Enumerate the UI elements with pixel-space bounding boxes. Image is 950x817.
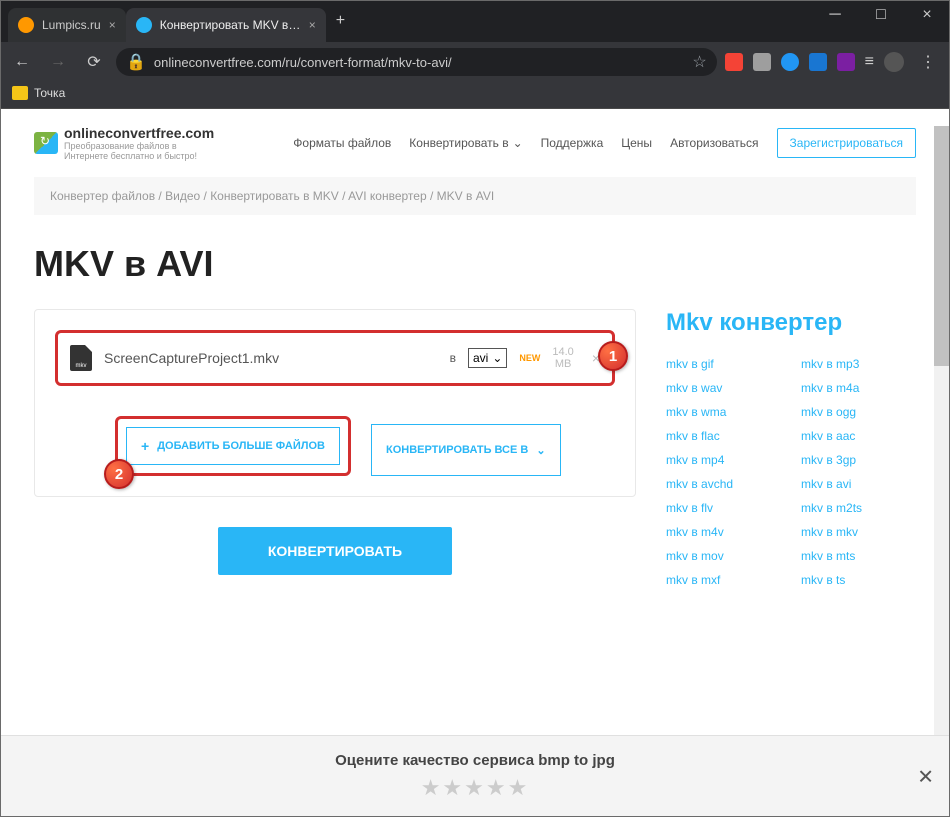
- bookmark-star-icon[interactable]: ☆: [692, 52, 706, 72]
- annotation-marker: 2: [104, 459, 134, 489]
- file-row: mkv ScreenCaptureProject1.mkv в avi ⌄ NE…: [55, 330, 615, 386]
- sidebar-link[interactable]: mkv в m4v: [666, 525, 781, 539]
- forward-button[interactable]: →: [44, 48, 72, 76]
- annotation-marker: 1: [598, 341, 628, 371]
- extension-icon[interactable]: [837, 53, 855, 71]
- sidebar-link[interactable]: mkv в mxf: [666, 573, 781, 587]
- add-more-highlight: + ДОБАВИТЬ БОЛЬШЕ ФАЙЛОВ 2: [115, 416, 351, 476]
- browser-toolbar: ← → ⟳ 🔒 onlineconvertfree.com/ru/convert…: [0, 42, 950, 82]
- nav-pricing[interactable]: Цены: [621, 136, 652, 150]
- extension-icon[interactable]: [809, 53, 827, 71]
- browser-tab[interactable]: Lumpics.ru ×: [8, 8, 126, 42]
- sidebar-link[interactable]: mkv в wma: [666, 405, 781, 419]
- address-bar[interactable]: 🔒 onlineconvertfree.com/ru/convert-forma…: [116, 48, 717, 76]
- window-close[interactable]: ×: [904, 0, 950, 30]
- extension-icon[interactable]: [781, 53, 799, 71]
- page-title: MKV в AVI: [34, 243, 916, 285]
- signup-button[interactable]: Зарегистрироваться: [777, 128, 916, 158]
- convert-button[interactable]: КОНВЕРТИРОВАТЬ: [218, 527, 452, 575]
- sidebar-title: Mkv конвертер: [666, 309, 916, 337]
- sidebar-link[interactable]: mkv в mkv: [801, 525, 916, 539]
- favicon-icon: [136, 17, 152, 33]
- sidebar-link[interactable]: mkv в ogg: [801, 405, 916, 419]
- sidebar-link[interactable]: mkv в avchd: [666, 477, 781, 491]
- bookmark-item[interactable]: Точка: [34, 86, 65, 100]
- favicon-icon: [18, 17, 34, 33]
- sidebar-link[interactable]: mkv в flv: [666, 501, 781, 515]
- breadcrumb-link[interactable]: AVI конвертер: [348, 189, 427, 203]
- profile-avatar[interactable]: [884, 52, 904, 72]
- nav-formats[interactable]: Форматы файлов: [293, 136, 391, 150]
- sidebar-link[interactable]: mkv в wav: [666, 381, 781, 395]
- reload-button[interactable]: ⟳: [80, 48, 108, 76]
- scrollbar-thumb[interactable]: [934, 126, 950, 366]
- sidebar-link[interactable]: mkv в mp3: [801, 357, 916, 371]
- rating-stars[interactable]: ★★★★★: [16, 775, 934, 801]
- browser-tab-active[interactable]: Конвертировать MKV в AVI онл ×: [126, 8, 326, 42]
- site-logo[interactable]: onlineconvertfree.com Преобразование фай…: [34, 125, 214, 161]
- sidebar-links: mkv в gif mkv в mp3 mkv в wav mkv в m4a …: [666, 357, 916, 587]
- window-maximize[interactable]: □: [858, 0, 904, 30]
- breadcrumb-link[interactable]: MKV в AVI: [437, 189, 495, 203]
- new-tab-button[interactable]: +: [326, 12, 355, 30]
- format-select[interactable]: avi ⌄: [468, 348, 507, 368]
- sidebar-link[interactable]: mkv в 3gp: [801, 453, 916, 467]
- rating-bar: Оцените качество сервиса bmp to jpg ★★★★…: [0, 735, 950, 817]
- reading-list-icon[interactable]: ≡: [865, 53, 874, 71]
- file-card: mkv ScreenCaptureProject1.mkv в avi ⌄ NE…: [34, 309, 636, 497]
- rating-text: Оцените качество сервиса bmp to jpg: [16, 752, 934, 769]
- close-icon[interactable]: ✕: [917, 764, 934, 789]
- logo-subtitle: Преобразование файлов в Интернете беспла…: [64, 141, 204, 161]
- chevron-down-icon: ⌄: [492, 351, 502, 365]
- breadcrumb-link[interactable]: Конвертер файлов: [50, 189, 155, 203]
- browser-titlebar: Lumpics.ru × Конвертировать MKV в AVI он…: [0, 0, 950, 42]
- to-label: в: [450, 351, 456, 365]
- chevron-down-icon: ⌄: [513, 136, 523, 150]
- sidebar-link[interactable]: mkv в mov: [666, 549, 781, 563]
- file-name: ScreenCaptureProject1.mkv: [104, 350, 438, 366]
- nav-login[interactable]: Авторизоваться: [670, 136, 758, 150]
- file-icon: mkv: [70, 345, 92, 371]
- nav-support[interactable]: Поддержка: [541, 136, 604, 150]
- lock-icon: 🔒: [126, 52, 146, 72]
- sidebar-link[interactable]: mkv в m2ts: [801, 501, 916, 515]
- file-size: 14.0MB: [552, 346, 573, 370]
- add-files-button[interactable]: + ДОБАВИТЬ БОЛЬШЕ ФАЙЛОВ: [126, 427, 340, 465]
- tab-title: Lumpics.ru: [42, 18, 101, 32]
- breadcrumb-link[interactable]: Видео: [165, 189, 200, 203]
- close-icon[interactable]: ×: [109, 18, 116, 32]
- tab-title: Конвертировать MKV в AVI онл: [160, 18, 301, 32]
- close-icon[interactable]: ×: [309, 18, 316, 32]
- extension-icon[interactable]: [725, 53, 743, 71]
- sidebar-link[interactable]: mkv в flac: [666, 429, 781, 443]
- sidebar-link[interactable]: mkv в aac: [801, 429, 916, 443]
- sidebar-link[interactable]: mkv в mts: [801, 549, 916, 563]
- folder-icon: [12, 86, 28, 100]
- breadcrumb: Конвертер файлов / Видео / Конвертироват…: [34, 177, 916, 215]
- scrollbar[interactable]: [934, 126, 950, 817]
- extension-icon[interactable]: [753, 53, 771, 71]
- breadcrumb-link[interactable]: Конвертировать в MKV: [210, 189, 339, 203]
- nav-convert[interactable]: Конвертировать в ⌄: [409, 136, 522, 150]
- new-badge: NEW: [519, 353, 540, 363]
- plus-icon: +: [141, 438, 149, 454]
- logo-title: onlineconvertfree.com: [64, 125, 214, 141]
- chevron-down-icon: ⌄: [536, 444, 545, 457]
- back-button[interactable]: ←: [8, 48, 36, 76]
- page-content: onlineconvertfree.com Преобразование фай…: [0, 109, 950, 800]
- sidebar-link[interactable]: mkv в m4a: [801, 381, 916, 395]
- convert-all-button[interactable]: КОНВЕРТИРОВАТЬ ВСЕ В ⌄: [371, 424, 561, 476]
- bookmarks-bar: Точка: [0, 82, 950, 109]
- menu-button[interactable]: ⋮: [914, 52, 942, 72]
- logo-icon: [34, 132, 58, 154]
- sidebar-link[interactable]: mkv в ts: [801, 573, 916, 587]
- sidebar-link[interactable]: mkv в avi: [801, 477, 916, 491]
- url-text: onlineconvertfree.com/ru/convert-format/…: [154, 55, 684, 70]
- sidebar-link[interactable]: mkv в gif: [666, 357, 781, 371]
- sidebar-link[interactable]: mkv в mp4: [666, 453, 781, 467]
- window-minimize[interactable]: ─: [812, 0, 858, 30]
